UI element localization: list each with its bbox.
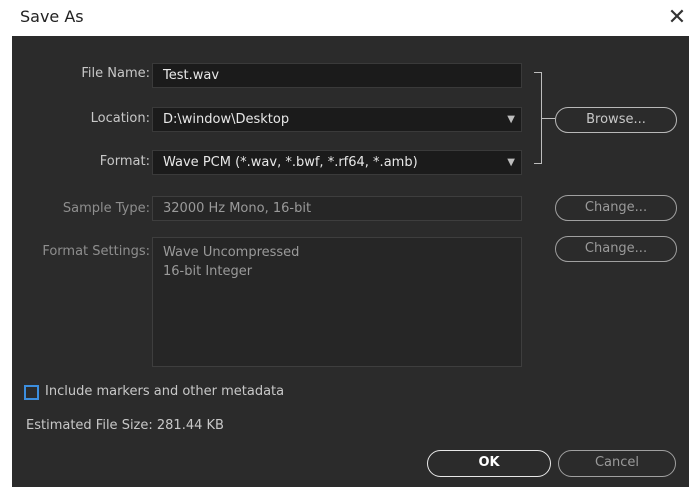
save-as-dialog: Save As ✕ File Name: Test.wav Location: … — [0, 0, 699, 493]
file-name-value: Test.wav — [163, 68, 220, 83]
sample-type-field: 32000 Hz Mono, 16-bit — [152, 196, 522, 221]
bracket-connector — [541, 118, 555, 119]
file-name-label: File Name: — [81, 66, 150, 81]
include-markers-label: Include markers and other metadata — [45, 384, 285, 399]
format-label: Format: — [99, 154, 150, 169]
format-settings-change-button[interactable]: Change... — [555, 236, 677, 262]
dialog-body: File Name: Test.wav Location: D:\window\… — [12, 36, 689, 487]
format-settings-label: Format Settings: — [42, 244, 150, 259]
file-name-input[interactable]: Test.wav — [152, 63, 522, 88]
sample-type-label: Sample Type: — [62, 201, 150, 216]
location-value: D:\window\Desktop — [163, 112, 290, 127]
format-value: Wave PCM (*.wav, *.bwf, *.rf64, *.amb) — [163, 155, 418, 170]
browse-button[interactable]: Browse... — [555, 107, 677, 133]
sample-type-value: 32000 Hz Mono, 16-bit — [163, 201, 312, 216]
dialog-title: Save As — [20, 7, 84, 26]
format-settings-line-1: Wave Uncompressed — [163, 245, 300, 260]
chevron-down-icon: ▼ — [507, 114, 515, 125]
close-icon[interactable]: ✕ — [662, 3, 692, 33]
title-bar: Save As ✕ — [0, 0, 699, 36]
estimated-file-size: Estimated File Size: 281.44 KB — [26, 418, 224, 433]
format-dropdown[interactable]: Wave PCM (*.wav, *.bwf, *.rf64, *.amb) ▼ — [152, 150, 522, 175]
format-settings-box: Wave Uncompressed 16-bit Integer — [152, 237, 522, 367]
chevron-down-icon: ▼ — [507, 157, 515, 168]
location-label: Location: — [90, 111, 150, 126]
include-markers-checkbox[interactable] — [24, 385, 39, 400]
location-dropdown[interactable]: D:\window\Desktop ▼ — [152, 107, 522, 132]
sample-type-change-button[interactable]: Change... — [555, 195, 677, 221]
cancel-button[interactable]: Cancel — [558, 450, 676, 477]
ok-button[interactable]: OK — [427, 450, 551, 477]
format-settings-line-2: 16-bit Integer — [163, 264, 253, 279]
